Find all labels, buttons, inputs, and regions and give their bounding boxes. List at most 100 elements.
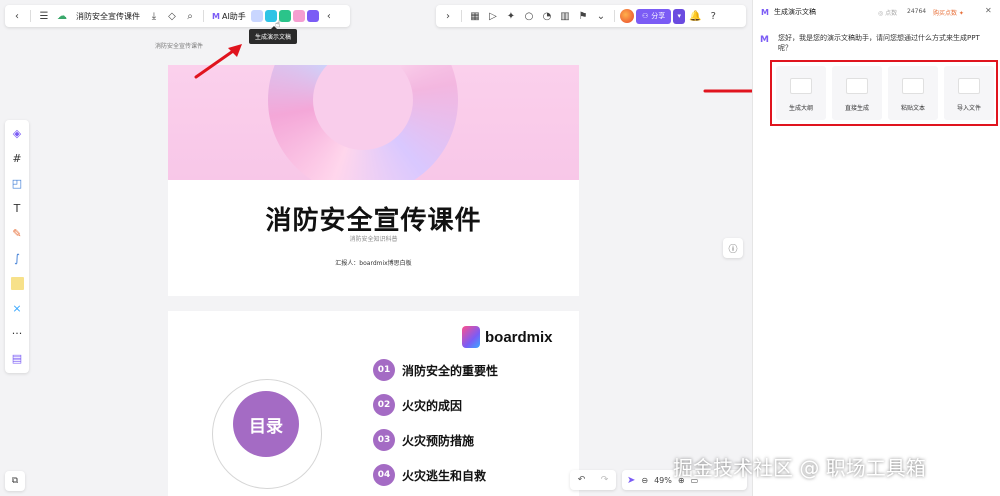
toc-number: 04 — [373, 464, 395, 486]
zoom-out-icon[interactable]: ⊖ — [641, 476, 648, 485]
panel-header: M 生成演示文稿 — [761, 7, 816, 17]
panel-title: 生成演示文稿 — [773, 8, 816, 16]
template-icon[interactable]: ▦ — [467, 8, 483, 24]
buy-points-link[interactable]: 购买点数 ✦ — [933, 8, 964, 17]
close-icon[interactable]: ✕ — [985, 6, 992, 15]
toc-item: 01 消防安全的重要性 — [373, 359, 498, 381]
comment-icon[interactable]: ○ — [521, 8, 537, 24]
watermark: 掘金技术社区 @ 职场工具箱 — [673, 456, 926, 480]
brand-name: boardmix — [485, 328, 553, 346]
option-direct[interactable]: 直接生成 — [832, 66, 882, 120]
zoom-level[interactable]: 49% — [654, 476, 672, 485]
apps-icon[interactable]: ▤ — [8, 349, 26, 368]
redo-icon[interactable]: ↷ — [601, 475, 609, 485]
pen-icon[interactable]: ✎ — [8, 224, 26, 243]
divider — [203, 10, 204, 22]
tag-icon[interactable]: ◇ — [164, 8, 180, 24]
generation-options: 生成大纲 直接生成 粘贴文本 导入文件 — [776, 66, 994, 120]
download-icon[interactable]: ⤓ — [146, 8, 162, 24]
ai-logo-icon: M — [212, 11, 220, 21]
collapse-chevron-icon[interactable]: ‹ — [321, 8, 337, 24]
cloud-icon: ☁ — [57, 10, 67, 22]
option-label: 生成大纲 — [788, 105, 813, 112]
flag-icon[interactable]: ⚑ — [575, 8, 591, 24]
outline-thumbnail-icon — [790, 78, 812, 94]
toc-item: 02 火灾的成因 — [373, 394, 462, 416]
toc-text: 火灾逃生和自救 — [402, 468, 487, 483]
ai-logo-icon: M — [761, 7, 769, 17]
ai-assistant-button[interactable]: M AI助手 — [209, 11, 249, 22]
avatar[interactable] — [620, 9, 634, 23]
mouse-cursor-icon: ☝ — [275, 20, 281, 30]
map-icon[interactable]: ⧉ — [5, 471, 25, 491]
chart-icon[interactable]: ▥ — [557, 8, 573, 24]
present-icon[interactable]: ▷ — [485, 8, 501, 24]
frame-icon[interactable]: # — [8, 149, 26, 168]
flow-icon[interactable] — [292, 10, 305, 22]
brand-logo: boardmix — [462, 326, 553, 348]
assistant-avatar-icon: M — [760, 35, 769, 45]
boardmix-logo-icon — [462, 326, 480, 348]
slide-subtitle: 消防安全知识科普 — [349, 236, 398, 243]
more-chevron-icon[interactable]: ⌄ — [593, 8, 609, 24]
top-toolbar-left: ‹ ☰ ☁ 消防安全宣传课件 ⤓ ◇ ⌕ M AI助手 ‹ — [5, 5, 350, 27]
undo-icon[interactable]: ↶ — [578, 475, 586, 485]
toc-text: 消防安全的重要性 — [402, 363, 499, 378]
connector-icon[interactable]: ∫ — [8, 249, 26, 268]
annotation-arrow — [194, 44, 242, 79]
toc-text: 火灾的成因 — [402, 398, 463, 413]
slide-cover[interactable]: 消防安全宣传课件 消防安全知识科普 汇报人：boardmix博思白板 — [168, 65, 579, 296]
slide-title: 消防安全宣传课件 — [265, 206, 482, 236]
timer-icon[interactable]: ◔ — [539, 8, 555, 24]
undo-redo-bar: ↶ ↷ — [570, 470, 616, 490]
share-dropdown-icon[interactable]: ▾ — [673, 8, 686, 24]
ai-image-icon[interactable] — [250, 10, 263, 22]
menu-icon[interactable]: ☰ — [36, 8, 52, 24]
paste-thumbnail-icon — [902, 78, 924, 94]
toc-number: 03 — [373, 429, 395, 451]
search-icon[interactable]: ⌕ — [182, 8, 198, 24]
user-plus-icon: ⚇ — [642, 12, 649, 20]
option-label: 导入文件 — [956, 105, 981, 112]
mindmap-icon[interactable] — [278, 10, 291, 22]
divider — [614, 10, 615, 22]
tooltip: 生成演示文稿 — [249, 26, 298, 44]
left-toolbar: ◈ # ◰ T ✎ ∫ ⨯ ··· ▤ — [5, 120, 29, 373]
direct-thumbnail-icon — [846, 78, 868, 94]
toc-title: 目录 — [233, 391, 299, 457]
mindmap-tool-icon[interactable]: ⨯ — [8, 299, 26, 318]
top-toolbar-right: › ▦ ▷ ✦ ○ ◔ ▥ ⚑ ⌄ ⚇ 分享 ▾ 🔔 ? — [436, 5, 746, 27]
toc-number: 02 — [373, 394, 395, 416]
share-label: 分享 — [651, 12, 666, 20]
sticky-note-icon[interactable] — [8, 274, 26, 293]
document-title[interactable]: 消防安全宣传课件 — [76, 11, 140, 22]
bell-icon[interactable]: 🔔 — [687, 8, 703, 24]
option-outline[interactable]: 生成大纲 — [776, 66, 826, 120]
assistant-message: 您好，我是您的演示文稿助手，请问您想通过什么方式来生成PPT呢？ — [778, 34, 980, 52]
option-label: 直接生成 — [844, 105, 869, 112]
expand-chevron-icon[interactable]: › — [440, 8, 456, 24]
slide-contents[interactable]: boardmix 目录 01 消防安全的重要性 02 火灾的成因 03 火灾预防… — [168, 311, 579, 496]
points-label: ◎ 点数 — [878, 10, 898, 17]
ai-assistant-label: AI助手 — [221, 11, 246, 21]
more-icon[interactable]: ··· — [8, 324, 26, 343]
text-icon[interactable]: T — [8, 199, 26, 218]
option-paste-text[interactable]: 粘贴文本 — [888, 66, 938, 120]
share-button[interactable]: ⚇ 分享 — [636, 8, 672, 24]
divider — [30, 10, 31, 22]
option-label: 粘贴文本 — [900, 105, 925, 112]
pointer-icon[interactable]: ➤ — [627, 475, 635, 486]
toc-number: 01 — [373, 359, 395, 381]
reaction-icon[interactable]: ✦ — [503, 8, 519, 24]
option-import-file[interactable]: 导入文件 — [944, 66, 994, 120]
whiteboard-canvas[interactable]: ‹ ☰ ☁ 消防安全宣传课件 ⤓ ◇ ⌕ M AI助手 ‹ 生成演示文稿 ☝ ›… — [0, 0, 752, 496]
help-icon[interactable]: ? — [705, 8, 721, 24]
toc-item: 03 火灾预防措施 — [373, 429, 474, 451]
shape-icon[interactable]: ◰ — [8, 174, 26, 193]
back-icon[interactable]: ‹ — [9, 8, 25, 24]
points-value: 24764 — [907, 8, 927, 15]
cover-hero-image — [168, 65, 579, 180]
tools-logo-icon[interactable]: ◈ — [8, 124, 26, 143]
info-icon[interactable]: ⓘ — [723, 238, 743, 258]
note-icon[interactable] — [306, 10, 319, 22]
